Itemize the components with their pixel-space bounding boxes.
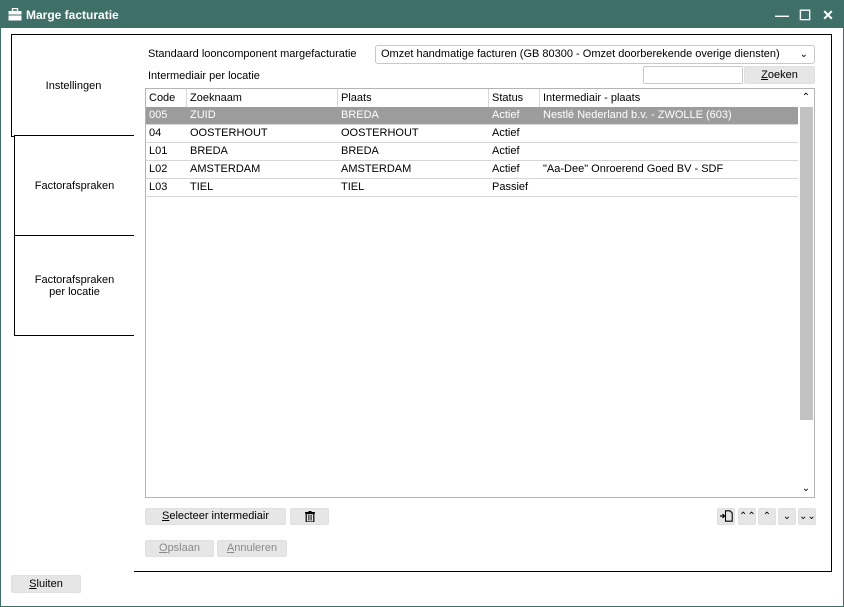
minimize-button[interactable]: —	[772, 5, 792, 25]
window: Marge facturatie — ☐ ✕ Instellingen Fact…	[0, 0, 844, 607]
move-bottom-icon[interactable]: ⌄⌄	[798, 508, 816, 525]
scrollbar-thumb[interactable]	[800, 107, 813, 420]
cell-plaats: BREDA	[341, 145, 379, 157]
cell-status: Actief	[492, 127, 520, 139]
cell-zoeknaam: ZUID	[190, 109, 216, 121]
column-header-plaats[interactable]: Plaats	[338, 89, 489, 107]
cell-status: Actief	[492, 145, 520, 157]
cell-intermediair: Nestlé Nederland b.v. - ZWOLLE (603)	[543, 109, 732, 121]
select-intermediair-label: electeer intermediair	[169, 510, 269, 522]
tab-instellingen-label: Instellingen	[45, 79, 102, 92]
table-header: Code Zoeknaam Plaats Status Intermediair…	[146, 89, 798, 108]
cell-intermediair	[540, 179, 798, 196]
cell-code: L03	[149, 181, 168, 193]
column-header-zoeknaam[interactable]: Zoeknaam	[187, 89, 338, 107]
cell-code: L02	[149, 163, 168, 175]
table-row[interactable]: L01 BREDA BREDA Actief	[146, 143, 798, 161]
close-dialog-button[interactable]: Sluiten	[11, 575, 81, 593]
cell-plaats: AMSTERDAM	[341, 163, 412, 175]
cell-zoeknaam: TIEL	[190, 181, 214, 193]
tab-factorafspraken-label: Factorafspraken	[34, 179, 115, 192]
maximize-button[interactable]: ☐	[795, 5, 815, 25]
move-top-icon[interactable]: ⌃⌃	[738, 508, 756, 525]
table-row[interactable]: L03 TIEL TIEL Passief	[146, 179, 798, 197]
trash-icon	[304, 511, 315, 523]
save-button[interactable]: Opslaan	[145, 540, 214, 557]
search-button-label: oeken	[767, 69, 798, 81]
cell-code: L01	[149, 145, 168, 157]
tab-factorafspraken-per-locatie-label-1: Factorafspraken	[34, 273, 115, 286]
loon-select[interactable]: Omzet handmatige facturen (GB 80300 - Om…	[375, 45, 815, 64]
cell-plaats: BREDA	[341, 109, 379, 121]
select-intermediair-button[interactable]: Selecteer intermediair	[145, 508, 286, 525]
cell-plaats: TIEL	[341, 181, 365, 193]
table-scrollbar[interactable]: ⌃ ⌄	[798, 89, 814, 497]
cell-zoeknaam: OOSTERHOUT	[190, 127, 268, 139]
cell-intermediair: "Aa-Dee" Onroerend Goed BV - SDF	[543, 163, 724, 175]
cell-status: Actief	[492, 109, 520, 121]
tab-factorafspraken[interactable]: Factorafspraken	[14, 135, 135, 236]
cell-status: Actief	[492, 163, 520, 175]
column-header-status[interactable]: Status	[489, 89, 540, 107]
search-button-accel: Z	[761, 69, 768, 81]
move-down-icon[interactable]: ⌄	[778, 508, 796, 525]
cell-plaats: OOSTERHOUT	[341, 127, 419, 139]
cell-zoeknaam: AMSTERDAM	[190, 163, 261, 175]
scroll-down-icon[interactable]: ⌄	[798, 482, 814, 496]
scroll-up-icon[interactable]: ⌃	[798, 91, 814, 105]
search-input[interactable]	[643, 66, 743, 84]
cancel-button[interactable]: Annuleren	[217, 540, 287, 557]
cell-intermediair	[540, 143, 798, 160]
title-bar: Marge facturatie — ☐ ✕	[1, 1, 843, 28]
search-button[interactable]: Zoeken	[744, 66, 815, 84]
save-accel: O	[159, 542, 168, 554]
cell-status: Passief	[492, 181, 529, 193]
table-row[interactable]: 04 OOSTERHOUT OOSTERHOUT Actief	[146, 125, 798, 143]
window-title: Marge facturatie	[26, 8, 119, 22]
table-row[interactable]: L02 AMSTERDAM AMSTERDAM Actief "Aa-Dee" …	[146, 161, 798, 179]
column-header-code[interactable]: Code	[146, 89, 187, 107]
loon-select-value: Omzet handmatige facturen (GB 80300 - Om…	[381, 48, 780, 60]
table-row[interactable]: 005 ZUID BREDA Actief Nestlé Nederland b…	[146, 107, 798, 125]
cell-code: 04	[149, 127, 162, 139]
cancel-label: nnuleren	[234, 542, 278, 554]
tab-factorafspraken-per-locatie[interactable]: Factorafspraken per locatie	[14, 235, 135, 336]
export-icon[interactable]	[717, 508, 735, 525]
tab-factorafspraken-per-locatie-label-2: per locatie	[49, 285, 100, 298]
close-label: luiten	[36, 578, 63, 590]
tab-instellingen[interactable]: Instellingen	[11, 34, 135, 137]
intermediair-table: Code Zoeknaam Plaats Status Intermediair…	[145, 88, 815, 498]
delete-button[interactable]	[290, 508, 329, 525]
briefcase-icon	[8, 8, 22, 21]
save-label: pslaan	[167, 542, 200, 554]
close-button[interactable]: ✕	[818, 5, 838, 25]
cell-zoeknaam: BREDA	[190, 145, 228, 157]
intermediair-label: Intermediair per locatie	[148, 70, 260, 82]
cell-code: 005	[149, 109, 168, 121]
loon-label: Standaard looncomponent margefacturatie	[148, 48, 357, 60]
column-header-intermediair[interactable]: Intermediair - plaats	[540, 89, 798, 107]
close-accel: S	[29, 578, 37, 590]
cell-intermediair	[540, 125, 798, 142]
chevron-down-icon: ⌄	[799, 49, 808, 60]
move-up-icon[interactable]: ⌃	[758, 508, 776, 525]
